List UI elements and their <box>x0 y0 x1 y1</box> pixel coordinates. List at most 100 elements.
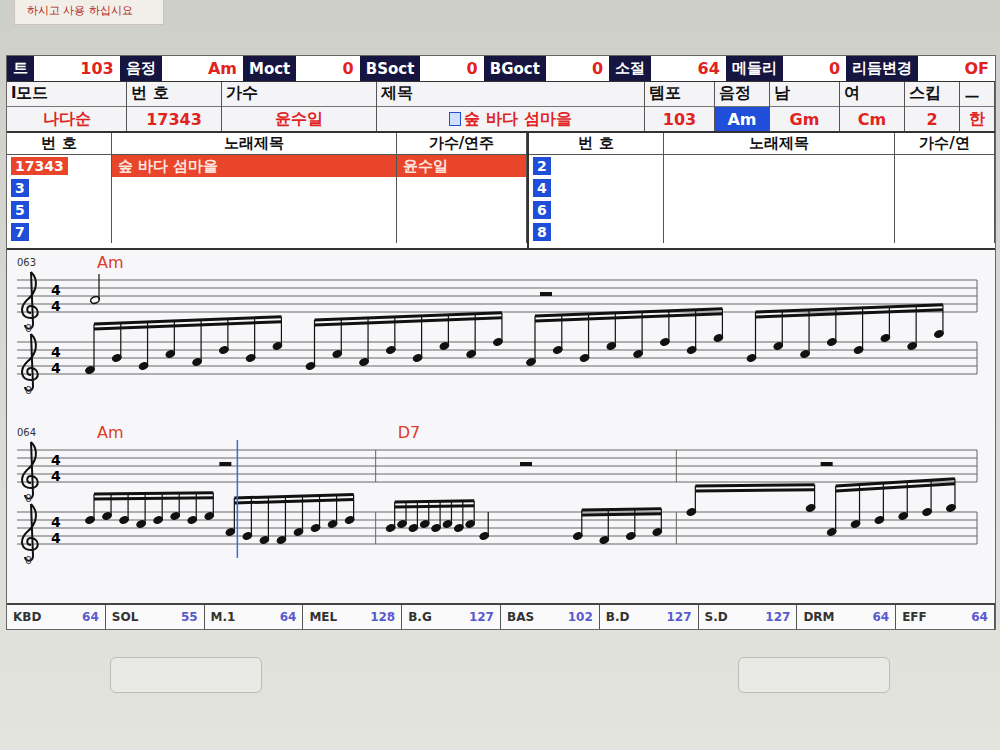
list-artist[interactable] <box>895 177 995 199</box>
list-header: 번 호 <box>529 133 664 155</box>
info-value[interactable]: 17343 <box>127 107 221 131</box>
treble-clef-icon <box>22 334 38 391</box>
list-artist[interactable] <box>397 199 527 221</box>
top-label: 음정 <box>120 56 162 81</box>
mixer-value: 55 <box>181 610 198 624</box>
top-value: OF <box>918 56 995 81</box>
mixer-value: 64 <box>872 610 889 624</box>
note-group <box>85 317 283 375</box>
list-artist[interactable] <box>397 221 527 243</box>
list-artist[interactable] <box>895 221 995 243</box>
hinge <box>738 657 890 693</box>
mixer-value: 64 <box>82 610 99 624</box>
top-label: Moct <box>243 56 296 81</box>
note-group <box>225 494 355 544</box>
number-badge: 17343 <box>11 157 68 175</box>
info-value[interactable]: Cm <box>840 107 904 131</box>
number-badge: 5 <box>11 201 29 219</box>
top-strip: 하시고 사용 하십시요 <box>0 0 1000 55</box>
mixer-value: 127 <box>469 610 494 624</box>
info-column: 음정Am <box>715 82 770 131</box>
info-value[interactable]: Gm <box>770 107 839 131</box>
list-title[interactable] <box>112 221 397 243</box>
list-artist[interactable] <box>895 155 995 177</box>
info-value[interactable]: 나다순 <box>7 107 126 131</box>
bezel <box>0 630 1000 750</box>
list-artist[interactable] <box>895 199 995 221</box>
list-number[interactable]: 17343 <box>7 155 112 177</box>
mixer-channel: S.D127 <box>699 605 798 629</box>
treble-clef-icon <box>22 504 38 561</box>
list-half: 번 호노래제목가수/연주17343숲 바다 섬마을윤수일357 <box>7 133 529 248</box>
time-top: 4 <box>51 514 61 530</box>
info-label: 번 호 <box>127 82 221 107</box>
list-header: 노래제목 <box>112 133 397 155</box>
note-group <box>85 493 215 529</box>
info-value[interactable]: 한 <box>960 107 994 131</box>
melody-note <box>90 274 101 305</box>
list-title[interactable]: 숲 바다 섬마을 <box>112 155 397 177</box>
mixer-value: 102 <box>568 610 593 624</box>
treble-clef-icon <box>22 442 38 499</box>
chord-label: Am <box>97 253 124 272</box>
treble-clef-icon <box>22 272 38 329</box>
note-group <box>746 305 944 363</box>
list-title[interactable] <box>112 199 397 221</box>
number-badge: 4 <box>533 179 551 197</box>
mixer-channel: BAS102 <box>501 605 600 629</box>
chord-label: D7 <box>398 423 421 442</box>
list-artist[interactable]: 윤수일 <box>397 155 527 177</box>
note-group <box>826 479 956 537</box>
list-title[interactable] <box>112 177 397 199</box>
list-number[interactable]: 3 <box>7 177 112 199</box>
info-label: 제목 <box>377 82 644 107</box>
list-title[interactable] <box>664 199 895 221</box>
score-system: 064440440AmD7 <box>17 423 977 567</box>
info-value[interactable]: 윤수일 <box>222 107 376 131</box>
info-value[interactable]: 숲 바다 섬마을 <box>377 107 644 131</box>
info-value[interactable]: Am <box>715 107 769 131</box>
list-title[interactable] <box>664 177 895 199</box>
info-value[interactable]: 103 <box>645 107 714 131</box>
hinge <box>110 657 262 693</box>
list-header: 노래제목 <box>664 133 895 155</box>
mixer-bar: KBD64SOL55M.164MEL128B.G127BAS102B.D127S… <box>7 603 995 629</box>
list-number[interactable]: 2 <box>529 155 664 177</box>
list-title[interactable] <box>664 155 895 177</box>
list-number[interactable]: 7 <box>7 221 112 243</box>
list-header: 가수/연 <box>895 133 995 155</box>
info-column: 가수윤수일 <box>222 82 377 131</box>
list-number[interactable]: 8 <box>529 221 664 243</box>
mixer-label: M.1 <box>211 610 236 624</box>
mixer-label: S.D <box>705 610 728 624</box>
top-field: 리듬변경OF <box>846 56 995 81</box>
staff: 440 <box>17 334 977 397</box>
info-column: 템포103 <box>645 82 715 131</box>
mixer-label: KBD <box>13 610 41 624</box>
staff-label: 0 <box>25 384 32 397</box>
list-artist[interactable] <box>397 177 527 199</box>
info-column: l모드나다순 <box>7 82 127 131</box>
top-value: Am <box>162 56 243 81</box>
list-number[interactable]: 5 <box>7 199 112 221</box>
list-number[interactable]: 4 <box>529 177 664 199</box>
list-title[interactable] <box>664 221 895 243</box>
staff-label: 0 <box>25 554 32 567</box>
top-field: 메들리0 <box>726 56 846 81</box>
mixer-value: 64 <box>280 610 297 624</box>
time-bottom: 4 <box>51 360 61 376</box>
info-value[interactable]: 2 <box>905 107 959 131</box>
number-badge: 7 <box>11 223 29 241</box>
list-number[interactable]: 6 <box>529 199 664 221</box>
measure: D7 <box>385 423 676 545</box>
mixer-label: MEL <box>309 610 337 624</box>
top-label: 리듬변경 <box>846 56 918 81</box>
list-half: 번 호노래제목가수/연 2 4 68 <box>529 133 995 248</box>
score-area: 063440440Am064440440AmD7 <box>7 250 995 603</box>
song-icon <box>449 112 461 126</box>
top-value: 0 <box>783 56 846 81</box>
note-group <box>686 485 816 517</box>
top-field: BGoct0 <box>484 56 610 81</box>
rest <box>520 462 532 466</box>
mixer-value: 64 <box>971 610 988 624</box>
